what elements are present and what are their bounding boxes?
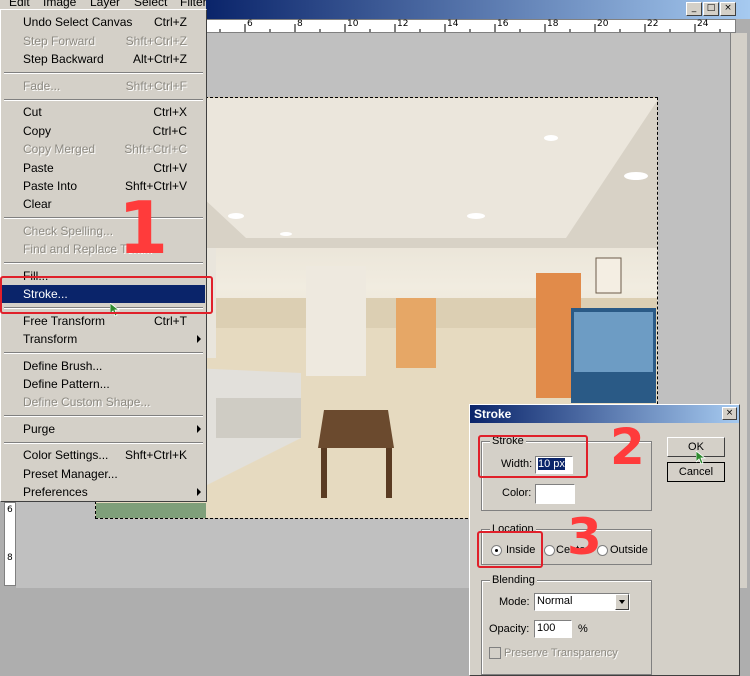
- menu-separator: [4, 262, 203, 264]
- menu-edit[interactable]: Edit: [9, 0, 30, 9]
- submenu-arrow-icon: [197, 488, 201, 496]
- dialog-title: Stroke: [474, 407, 512, 421]
- ruler-label: 10: [347, 19, 359, 29]
- dialog-close-button[interactable]: ×: [722, 407, 737, 420]
- menu-item-transform[interactable]: Transform: [2, 330, 205, 348]
- menu-item-check-spelling: Check Spelling...: [23, 224, 114, 238]
- menu-separator: [4, 72, 203, 74]
- menu-item-preset-manager[interactable]: Preset Manager...: [2, 465, 205, 483]
- menu-item-undo-select-canvas[interactable]: Undo Select Canvas Ctrl+Z: [2, 13, 205, 31]
- horizontal-ruler: 6 8 10 12 14 16 18 20 22 24: [206, 19, 736, 33]
- menu-image[interactable]: Image: [43, 0, 76, 9]
- opacity-value: 100: [537, 622, 556, 634]
- blending-group-label: Blending: [490, 574, 537, 586]
- document-titlebar: _ □ ×: [206, 0, 750, 19]
- menu-item-purge[interactable]: Purge: [2, 420, 205, 438]
- ruler-label: 16: [497, 19, 509, 29]
- menu-item-define-custom-shape: Define Custom Shape...: [23, 395, 151, 409]
- menu-item-fade: Fade... Shft+Ctrl+F: [23, 79, 187, 93]
- opacity-label: Opacity:: [489, 623, 530, 635]
- menu-separator: [4, 415, 203, 417]
- menu-item-define-pattern[interactable]: Define Pattern...: [2, 375, 205, 393]
- mode-value: Normal: [537, 595, 573, 607]
- menu-item-copy-merged: Copy Merged Shft+Ctrl+C: [23, 142, 187, 156]
- opacity-field[interactable]: 100: [534, 620, 572, 638]
- color-label: Color:: [502, 487, 532, 499]
- menu-item-paste[interactable]: Paste Ctrl+V: [2, 159, 205, 177]
- menu-item-clear[interactable]: Clear: [2, 195, 205, 213]
- opacity-unit: %: [578, 623, 588, 635]
- menu-filter[interactable]: Filter: [180, 0, 207, 9]
- ruler-label: 24: [697, 19, 709, 29]
- annotation-step-3: 3: [567, 508, 602, 566]
- annotation-box-width: [478, 435, 588, 478]
- preserve-transparency-checkbox: [489, 647, 501, 659]
- annotation-box-inside: [477, 531, 543, 568]
- submenu-arrow-icon: [197, 425, 201, 433]
- menu-item-paste-into[interactable]: Paste Into Shft+Ctrl+V: [2, 177, 205, 195]
- preserve-transparency-label: Preserve Transparency: [504, 647, 618, 659]
- close-button[interactable]: ×: [720, 2, 736, 16]
- menu-item-define-brush[interactable]: Define Brush...: [2, 357, 205, 375]
- menu-bar: Edit Image Layer Select Filter: [0, 0, 220, 9]
- menu-item-free-transform[interactable]: Free Transform Ctrl+T: [2, 312, 205, 330]
- location-outside-label: Outside: [610, 544, 648, 556]
- maximize-button[interactable]: □: [703, 2, 719, 16]
- cancel-button[interactable]: Cancel: [667, 462, 725, 482]
- menu-separator: [4, 442, 203, 444]
- ruler-label: 14: [447, 19, 459, 29]
- annotation-box-stroke-menu: [0, 276, 213, 314]
- menu-item-step-forward: Step Forward Shft+Ctrl+Z: [23, 34, 187, 48]
- menu-item-copy[interactable]: Copy Ctrl+C: [2, 122, 205, 140]
- menu-item-color-settings[interactable]: Color Settings... Shft+Ctrl+K: [2, 446, 205, 464]
- ruler-label: 8: [7, 553, 13, 563]
- ruler-label: 22: [647, 19, 659, 29]
- ruler-label: 6: [247, 19, 253, 29]
- menu-select[interactable]: Select: [134, 0, 167, 9]
- menu-separator: [4, 352, 203, 354]
- submenu-arrow-icon: [197, 335, 201, 343]
- annotation-step-2: 2: [610, 418, 645, 476]
- mode-label: Mode:: [499, 596, 530, 608]
- menu-item-find-replace-text: Find and Replace Text...: [23, 242, 153, 256]
- minimize-button[interactable]: _: [686, 2, 702, 16]
- ruler-label: 12: [397, 19, 409, 29]
- ruler-label: 18: [547, 19, 559, 29]
- edit-menu: Undo Select Canvas Ctrl+Z Step Forward Shf…: [0, 9, 207, 502]
- ruler-label: 20: [597, 19, 609, 29]
- color-swatch[interactable]: [535, 484, 575, 504]
- menu-item-preferences[interactable]: Preferences: [2, 483, 205, 501]
- menu-item-cut[interactable]: Cut Ctrl+X: [2, 103, 205, 121]
- annotation-step-1: 1: [118, 186, 169, 270]
- menu-item-step-backward[interactable]: Step Backward Alt+Ctrl+Z: [2, 50, 205, 68]
- ruler-label: 6: [7, 505, 13, 515]
- menu-separator: [4, 217, 203, 219]
- menu-layer[interactable]: Layer: [90, 0, 120, 9]
- mouse-cursor-icon: [696, 451, 706, 465]
- dropdown-arrow-icon[interactable]: [615, 594, 629, 610]
- vertical-ruler: 6 8: [4, 502, 16, 586]
- ruler-label: 8: [297, 19, 303, 29]
- menu-separator: [4, 99, 203, 101]
- blending-group: Blending Mode: Normal Opacity: 100 % Pre…: [481, 574, 652, 675]
- mode-select[interactable]: Normal: [534, 593, 630, 611]
- location-center-radio[interactable]: [544, 545, 555, 556]
- dialog-titlebar: Stroke ×: [470, 405, 739, 423]
